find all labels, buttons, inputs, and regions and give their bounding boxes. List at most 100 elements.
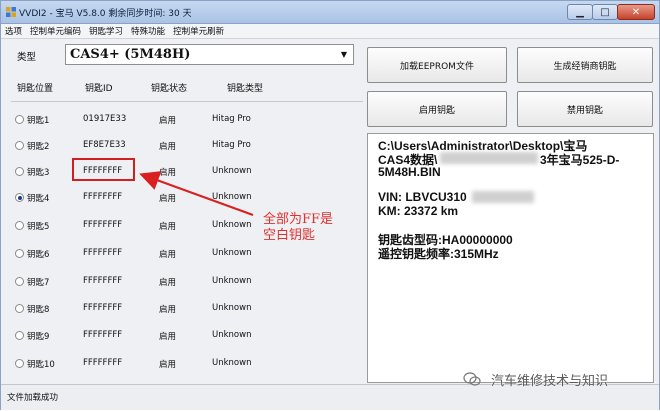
enable-key-button[interactable]: 启用钥匙 [367,91,507,127]
header-divider [11,101,363,102]
key-id: FFFFFFFF [83,276,123,286]
key-radio[interactable] [15,167,24,176]
menu-ecu-coding[interactable]: 控制单元编码 [26,24,85,38]
load-eeprom-button[interactable]: 加载EEPROM文件 [367,47,507,83]
key-state: 启用 [159,168,177,178]
key-state: 启用 [159,360,177,370]
watermark-text: 汽车维修技术与知识 [491,374,609,389]
key-position: 钥匙5 [27,222,50,232]
key-radio[interactable] [15,359,24,368]
key-row[interactable]: 钥匙6 FFFFFFFF 启用 Unknown [5,241,363,267]
key-type: Unknown [212,220,252,230]
key-position: 钥匙7 [27,278,50,288]
file-path-line: 3年宝马525-D- [540,153,620,167]
key-state: 启用 [159,305,177,315]
key-type: Unknown [212,358,252,368]
key-id: FFFFFFFF [83,220,123,230]
key-state: 启用 [159,278,177,288]
generate-dealer-key-button[interactable]: 生成经销商钥匙 [517,47,653,83]
type-select[interactable]: CAS4+ (5M48H) ▼ [65,44,354,65]
key-row[interactable]: 钥匙10 FFFFFFFF 启用 Unknown [5,351,363,377]
window-title: VVDI2 - 宝马 V5.8.0 剩余同步时间: 30 天 [19,9,192,19]
km-text: KM: 23372 km [378,204,459,218]
key-type: Unknown [212,276,252,286]
col-header-position: 钥匙位置 [17,84,54,94]
redacted-region [472,191,534,203]
key-type: Hitag Pro [212,140,251,150]
key-state: 启用 [159,142,177,152]
remote-frequency-text: 遥控钥匙频率:315MHz [378,247,499,261]
menu-bar: 选项 控制单元编码 钥匙学习 特殊功能 控制单元刷新 [1,24,659,39]
key-id: EF8E7E33 [83,140,126,150]
key-state: 启用 [159,116,177,126]
maximize-icon: □ [600,6,610,18]
key-radio[interactable] [15,115,24,124]
menu-ecu-flash[interactable]: 控制单元刷新 [169,24,228,38]
key-state: 启用 [159,194,177,204]
key-radio[interactable] [15,221,24,230]
minimize-button[interactable]: ▁ [567,4,593,20]
key-radio[interactable] [15,141,24,150]
redacted-region [440,152,538,164]
menu-key-learn[interactable]: 钥匙学习 [85,24,127,38]
key-position: 钥匙1 [27,116,50,126]
type-select-value: CAS4+ (5M48H) [70,47,191,62]
key-state: 启用 [159,222,177,232]
annotation-line: 全部为FF是 [263,212,334,227]
key-type: Unknown [212,166,252,176]
type-label: 类型 [17,52,37,63]
info-panel[interactable]: C:\Users\Administrator\Desktop\宝马 CAS4数据… [367,133,654,383]
key-row[interactable]: 钥匙7 FFFFFFFF 启用 Unknown [5,269,363,295]
key-radio[interactable] [15,304,24,313]
wechat-icon [463,372,481,386]
app-window: VVDI2 - 宝马 V5.8.0 剩余同步时间: 30 天 ▁ □ ✕ 选项 … [0,0,660,410]
key-position: 钥匙10 [27,360,55,370]
maximize-button[interactable]: □ [592,4,618,20]
disable-key-button[interactable]: 禁用钥匙 [517,91,653,127]
key-radio[interactable] [15,331,24,340]
key-row[interactable]: 钥匙8 FFFFFFFF 启用 Unknown [5,296,363,322]
key-position: 钥匙9 [27,332,50,342]
menu-options[interactable]: 选项 [1,24,26,38]
key-state: 启用 [159,250,177,260]
key-position: 钥匙3 [27,168,50,178]
key-type: Unknown [212,192,252,202]
title-bar[interactable]: VVDI2 - 宝马 V5.8.0 剩余同步时间: 30 天 ▁ □ ✕ [1,1,659,24]
key-radio[interactable] [15,249,24,258]
key-id: FFFFFFFF [83,248,123,258]
key-id: FFFFFFFF [83,192,123,202]
key-row[interactable]: 钥匙4 FFFFFFFF 启用 Unknown [5,185,363,211]
col-header-type: 钥匙类型 [227,84,264,94]
col-header-id: 钥匙ID [85,84,113,94]
key-type: Unknown [212,303,252,313]
key-id: FFFFFFFF [83,358,123,368]
status-text: 文件加载成功 [7,393,59,403]
vin-text: VIN: LBVCU310 [378,190,467,204]
key-position: 钥匙6 [27,250,50,260]
minimize-icon: ▁ [576,6,584,18]
key-row[interactable]: 钥匙9 FFFFFFFF 启用 Unknown [5,323,363,349]
key-id: FFFFFFFF [83,303,123,313]
menu-special-functions[interactable]: 特殊功能 [127,24,169,38]
annotation-text: 全部为FF是 空白钥匙 [263,212,333,244]
key-radio[interactable] [15,277,24,286]
close-icon: ✕ [631,6,641,18]
chevron-down-icon: ▼ [340,50,348,59]
key-row[interactable]: 钥匙3 FFFFFFFF 启用 Unknown [5,159,363,185]
key-type: Unknown [212,248,252,258]
key-type: Unknown [212,330,252,340]
key-row[interactable]: 钥匙1 01917E33 启用 Hitag Pro [5,107,363,133]
key-position: 钥匙8 [27,305,50,315]
key-type: Hitag Pro [212,114,251,124]
key-id: FFFFFFFF [83,330,123,340]
key-state: 启用 [159,332,177,342]
key-position: 钥匙2 [27,142,50,152]
key-radio-selected[interactable] [15,193,24,202]
highlight-box [72,158,135,181]
col-header-state: 钥匙状态 [151,84,188,94]
app-icon [6,7,16,17]
key-id: 01917E33 [83,114,127,124]
key-row[interactable]: 钥匙2 EF8E7E33 启用 Hitag Pro [5,133,363,159]
close-button[interactable]: ✕ [617,4,655,20]
key-position: 钥匙4 [27,194,50,204]
